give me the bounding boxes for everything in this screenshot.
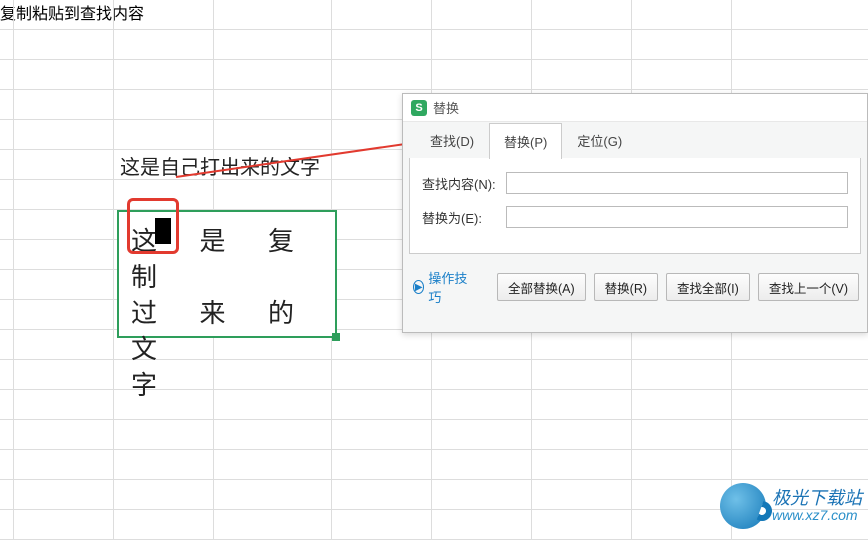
selected-cell[interactable]: 这 是 复 制 过 来 的 文 字: [117, 210, 337, 338]
tab-replace[interactable]: 替换(P): [489, 123, 562, 159]
find-all-button[interactable]: 查找全部(I): [666, 273, 750, 301]
selected-space-char: [155, 218, 171, 244]
watermark: 极光下载站 www.xz7.com: [720, 483, 862, 529]
watermark-site-url: www.xz7.com: [772, 508, 862, 523]
tips-link[interactable]: ▶ 操作技巧: [413, 268, 469, 306]
dialog-tabs: 查找(D) 替换(P) 定位(G): [403, 122, 867, 158]
replace-with-label: 替换为(E):: [422, 208, 500, 227]
play-icon: ▶: [413, 280, 424, 294]
dialog-title: 替换: [433, 98, 459, 117]
find-prev-button[interactable]: 查找上一个(V): [758, 273, 859, 301]
copied-text-row-3: 字: [131, 368, 325, 404]
dialog-footer: ▶ 操作技巧 全部替换(A) 替换(R) 查找全部(I) 查找上一个(V): [403, 254, 867, 306]
replace-button[interactable]: 替换(R): [594, 273, 658, 301]
tips-link-label: 操作技巧: [428, 268, 469, 306]
replace-with-input[interactable]: [506, 206, 848, 228]
cell-fill-handle[interactable]: [332, 333, 340, 341]
replace-all-button[interactable]: 全部替换(A): [497, 273, 586, 301]
dialog-body: 查找内容(N): 替换为(E):: [409, 158, 861, 254]
app-icon: S: [411, 100, 427, 116]
copied-text-row-2: 过 来 的 文: [131, 296, 325, 368]
watermark-logo-icon: [720, 483, 766, 529]
tab-goto[interactable]: 定位(G): [562, 122, 637, 158]
typed-text-cell[interactable]: 这是自己打出来的文字: [120, 151, 320, 180]
find-what-label: 查找内容(N):: [422, 174, 500, 193]
find-what-input[interactable]: [506, 172, 848, 194]
watermark-site-name: 极光下载站: [772, 489, 862, 508]
tab-find[interactable]: 查找(D): [415, 122, 489, 158]
dialog-titlebar[interactable]: S 替换: [403, 94, 867, 122]
replace-dialog: S 替换 查找(D) 替换(P) 定位(G) 查找内容(N): 替换为(E): …: [402, 93, 868, 333]
